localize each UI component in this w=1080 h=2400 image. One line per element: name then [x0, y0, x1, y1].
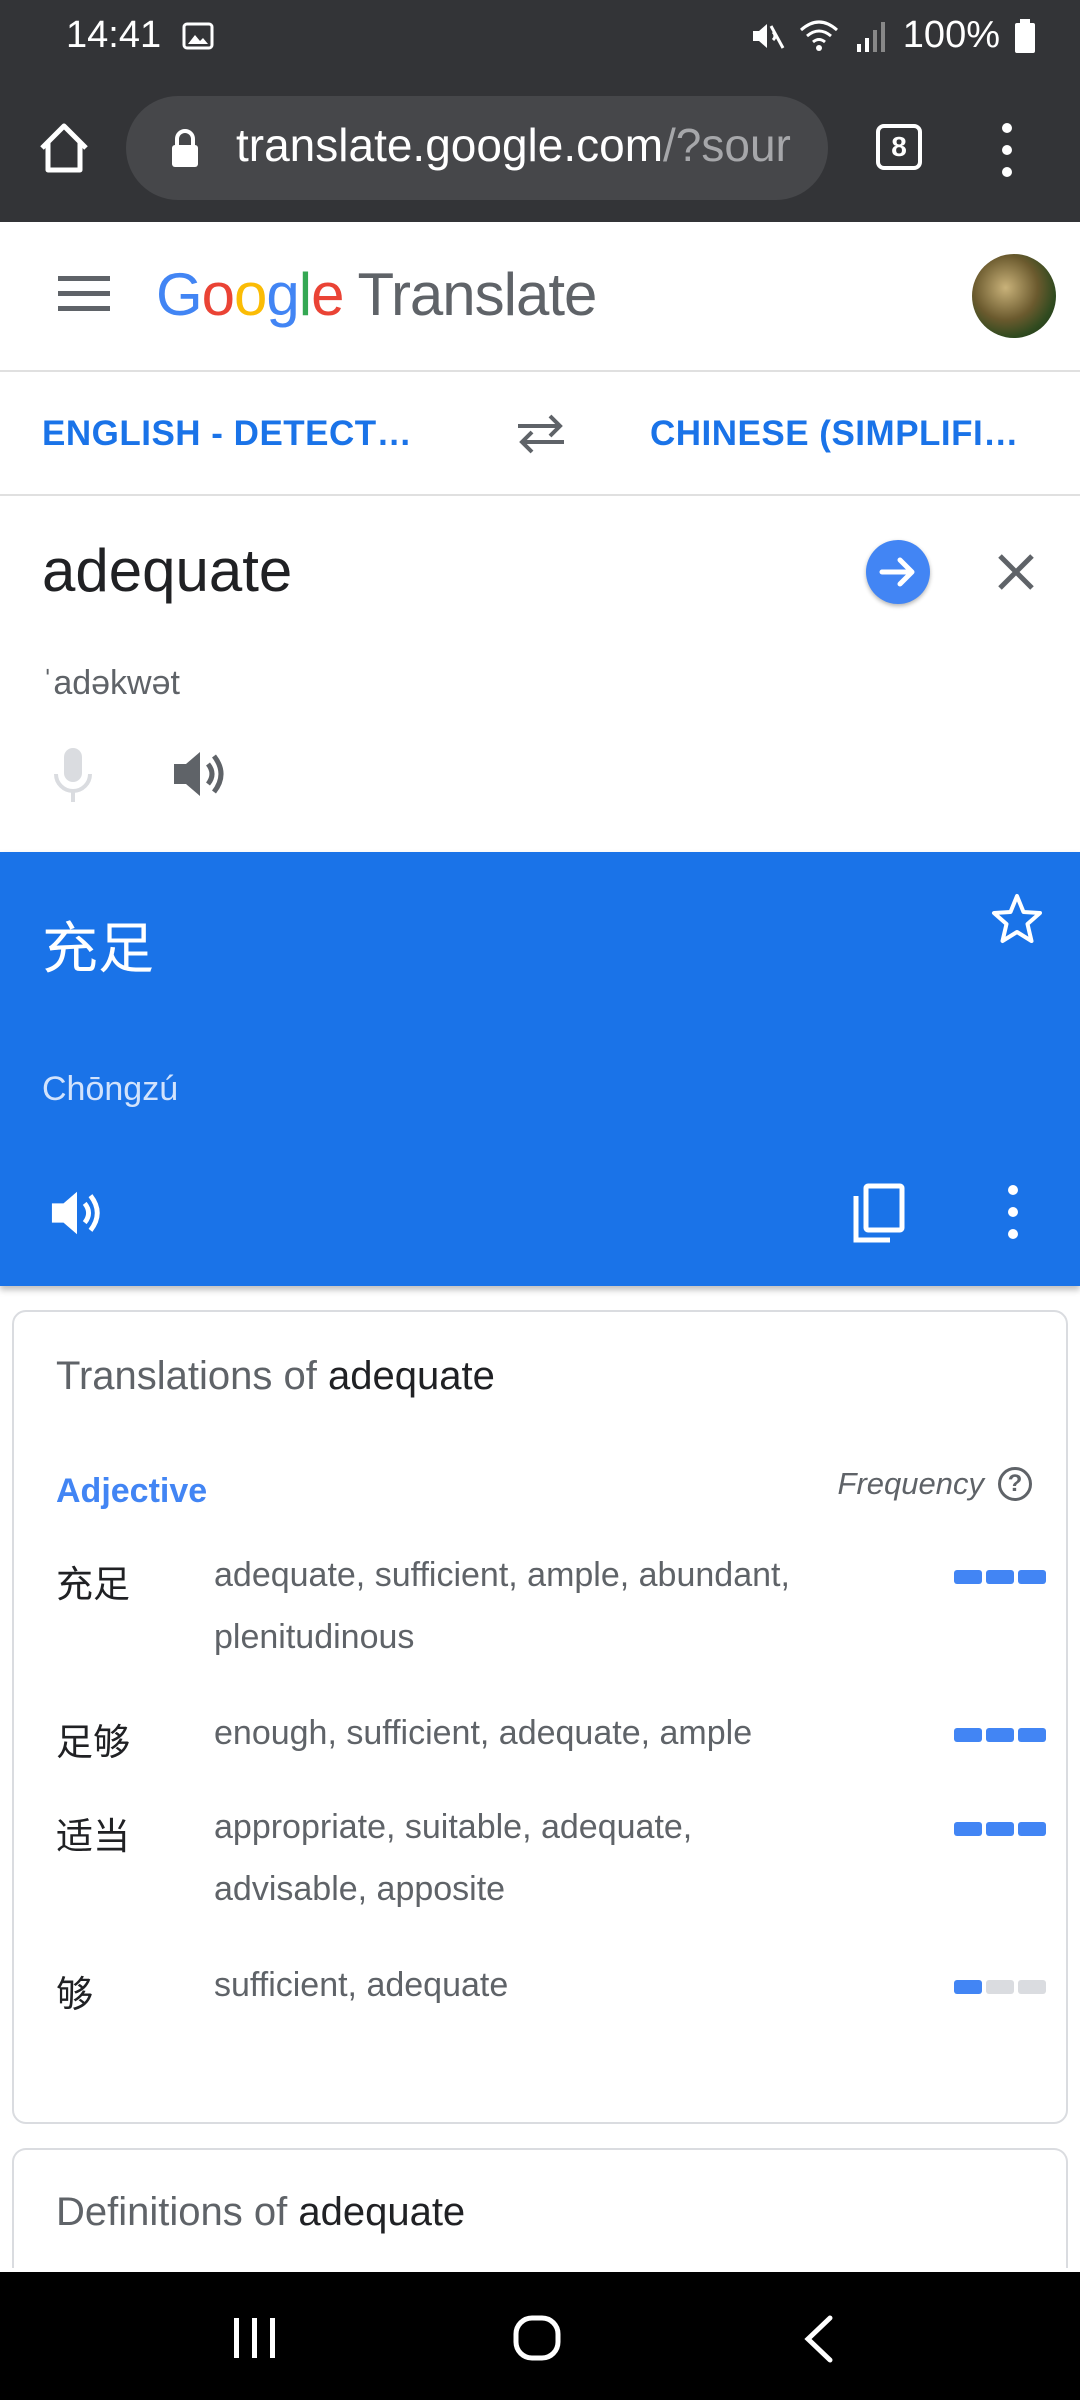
account-avatar[interactable] — [972, 254, 1056, 338]
star-icon[interactable] — [990, 892, 1044, 946]
back-icon[interactable] — [800, 2314, 836, 2364]
translated-text: 充足 — [42, 917, 154, 980]
translation-result-card: 充足 Chōngzú — [0, 852, 1080, 1286]
source-phonetic: ˈadəkwət — [42, 664, 180, 702]
product-name: Translate — [357, 261, 598, 328]
tab-switcher-button[interactable]: 8 — [876, 124, 922, 170]
language-selector-bar: ENGLISH - DETECT… CHINESE (SIMPLIFI… — [0, 372, 1080, 496]
recent-apps-icon[interactable] — [230, 2316, 280, 2360]
status-time: 14:41 — [66, 14, 162, 56]
url-host: translate.google.com — [236, 119, 664, 171]
logo-letter: G — [156, 261, 203, 328]
frequency-bar — [954, 1822, 982, 1836]
home-nav-icon[interactable] — [512, 2314, 562, 2362]
frequency-bar — [954, 1570, 982, 1584]
translation-word[interactable]: 充足 — [56, 1554, 130, 1608]
translation-meanings: enough, sufficient, adequate, ample — [214, 1714, 753, 1752]
frequency-label: Frequency — [837, 1466, 984, 1501]
speaker-icon[interactable] — [48, 1186, 106, 1240]
browser-menu-icon[interactable] — [990, 120, 1024, 180]
logo-letter: g — [266, 261, 299, 328]
frequency-bar — [1018, 1980, 1046, 1994]
frequency-bars — [954, 1822, 1046, 1836]
logo-letter: o — [201, 261, 235, 328]
frequency-bar — [986, 1570, 1014, 1584]
frequency-bar — [954, 1728, 982, 1742]
app-header: Google Translate — [0, 222, 1080, 372]
battery-percent: 100% — [902, 14, 1000, 56]
signal-icon — [856, 21, 885, 52]
definitions-card-title: Definitions of adequate — [56, 2190, 465, 2235]
google-translate-logo: Google Translate — [156, 260, 598, 329]
image-notification-icon — [182, 22, 214, 50]
frequency-bar — [986, 1822, 1014, 1836]
swap-languages-icon[interactable] — [514, 412, 568, 456]
hamburger-menu-icon[interactable] — [58, 274, 110, 314]
url-path: /?sour — [663, 119, 791, 171]
wifi-icon — [799, 20, 838, 51]
logo-letter: o — [234, 261, 267, 328]
frequency-bar — [986, 1980, 1014, 1994]
translation-word[interactable]: 适当 — [56, 1806, 130, 1860]
url-text[interactable]: translate.google.com/?sour — [236, 118, 826, 172]
title-word: adequate — [298, 2190, 466, 2234]
frequency-bar — [986, 1728, 1014, 1742]
translation-meanings: adequate, sufficient, ample, abundant, p… — [214, 1556, 790, 1656]
more-options-icon[interactable] — [1000, 1182, 1026, 1242]
source-language-button[interactable]: ENGLISH - DETECT… — [42, 414, 412, 454]
source-input-area[interactable]: adequate ˈadəkwət — [0, 496, 1080, 852]
copy-icon[interactable] — [850, 1182, 906, 1244]
browser-toolbar: translate.google.com/?sour 8 — [0, 76, 1080, 222]
translations-card-title: Translations of adequate — [56, 1354, 495, 1399]
target-language-button[interactable]: CHINESE (SIMPLIFI… — [650, 414, 1019, 454]
title-word: adequate — [327, 1354, 495, 1398]
frequency-bars — [954, 1980, 1046, 1994]
home-icon[interactable] — [36, 120, 92, 176]
frequency-bar — [1018, 1822, 1046, 1836]
help-icon[interactable]: ? — [998, 1467, 1032, 1501]
translation-meanings: sufficient, adequate — [214, 1966, 509, 2004]
clear-text-icon[interactable] — [992, 548, 1040, 596]
address-bar[interactable]: translate.google.com/?sour — [126, 96, 828, 200]
title-prefix: Definitions of — [56, 2190, 299, 2234]
status-bar: 14:41 100% — [0, 0, 1080, 76]
romanization-text: Chōngzú — [42, 1070, 179, 1108]
tab-count: 8 — [891, 131, 907, 162]
translation-word[interactable]: 够 — [56, 1964, 93, 2018]
title-prefix: Translations of — [56, 1354, 328, 1398]
translation-meanings: appropriate, suitable, adequate, advisab… — [214, 1808, 693, 1908]
microphone-icon[interactable] — [48, 746, 98, 804]
frequency-bar — [1018, 1728, 1046, 1742]
logo-letter: l — [298, 261, 312, 328]
frequency-header: Frequency ? — [838, 1466, 1032, 1502]
frequency-bar — [1018, 1570, 1046, 1584]
frequency-bars — [954, 1570, 1046, 1584]
battery-icon — [1015, 18, 1035, 53]
translation-word[interactable]: 足够 — [56, 1712, 130, 1766]
logo-letter: e — [311, 261, 344, 328]
part-of-speech-label: Adjective — [56, 1472, 208, 1510]
system-navigation-bar — [0, 2272, 1080, 2400]
frequency-bars — [954, 1728, 1046, 1742]
definitions-card: Definitions of adequate — [12, 2148, 1068, 2268]
mute-icon — [752, 23, 785, 49]
speaker-icon[interactable] — [170, 746, 230, 802]
frequency-bar — [954, 1980, 982, 1994]
source-text[interactable]: adequate — [42, 536, 292, 605]
translations-card: Translations of adequate Adjective Frequ… — [12, 1310, 1068, 2124]
translate-arrow-button[interactable] — [866, 540, 930, 604]
lock-icon — [172, 129, 198, 167]
